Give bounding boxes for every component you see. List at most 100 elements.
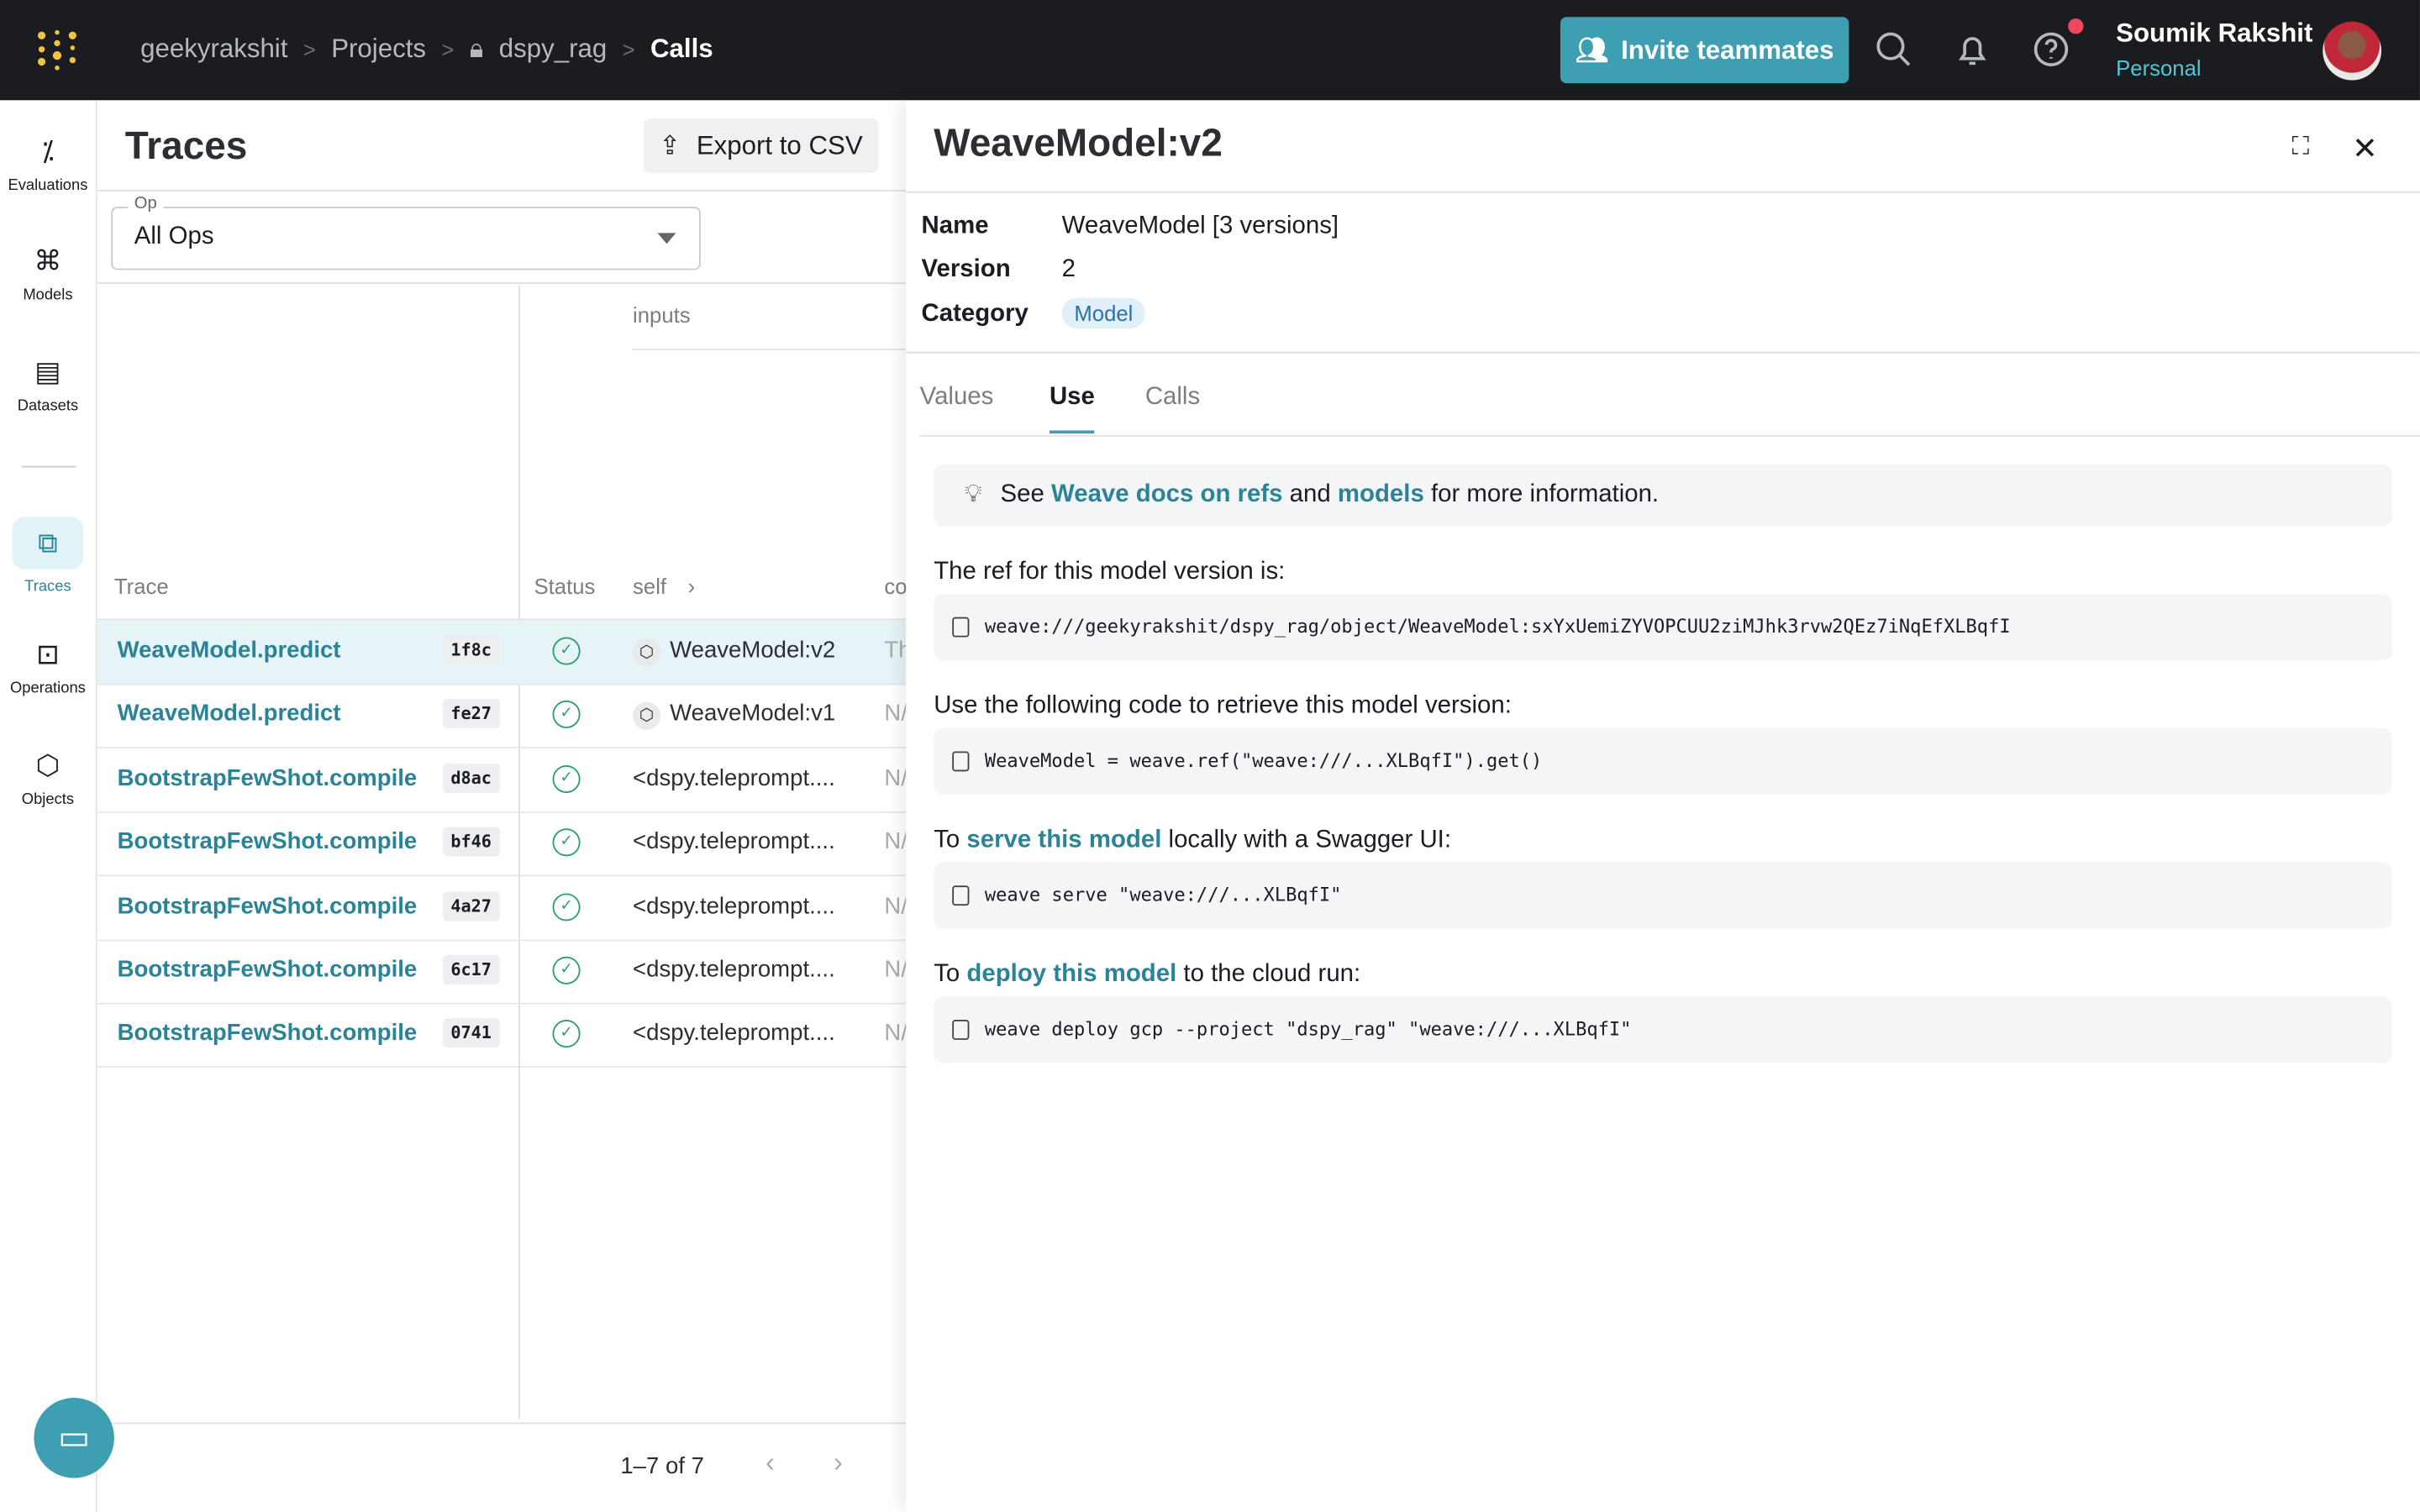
- evaluations-icon: ⁒: [41, 135, 55, 167]
- deploy-code-block: weave deploy gcp --project "dspy_rag" "w…: [934, 996, 2392, 1063]
- info-text: See: [1000, 481, 1044, 508]
- co-value: N/: [884, 892, 908, 919]
- op-select[interactable]: Op All Ops: [111, 194, 701, 270]
- sidebar-label: Objects: [21, 791, 75, 809]
- models-docs-link[interactable]: models: [1338, 481, 1424, 507]
- close-icon[interactable]: ✕: [2352, 129, 2378, 168]
- serve-code-block: weave serve "weave:///...XLBqfI": [934, 862, 2392, 929]
- search-icon[interactable]: [1876, 31, 1912, 68]
- table-row[interactable]: BootstrapFewShot.compile bf46 ✓ <dspy.te…: [97, 811, 908, 877]
- copy-icon[interactable]: [952, 885, 970, 906]
- chevron-right-icon[interactable]: ›: [688, 574, 696, 598]
- weave-docs-refs-link[interactable]: Weave docs on refs: [1051, 481, 1282, 507]
- trace-id-badge: d8ac: [443, 763, 500, 793]
- self-text: WeaveModel:v1: [670, 701, 836, 727]
- bell-icon[interactable]: [1954, 31, 1991, 68]
- chevron-right-icon: >: [622, 37, 635, 62]
- table-row[interactable]: WeaveModel.predict fe27 ✓ ⬡ WeaveModel:v1…: [97, 684, 908, 749]
- status-success-icon: ✓: [552, 701, 581, 729]
- breadcrumb-project[interactable]: dspy_rag: [499, 34, 607, 65]
- co-value: N/: [884, 764, 908, 791]
- table-row[interactable]: BootstrapFewShot.compile 0741 ✓ <dspy.te…: [97, 1004, 908, 1068]
- breadcrumb-entity[interactable]: geekyrakshit: [140, 34, 287, 65]
- serve-text: To: [934, 827, 960, 853]
- trace-name-link[interactable]: WeaveModel.predict: [118, 638, 341, 664]
- self-value: <dspy.teleprompt....: [633, 829, 835, 855]
- copy-icon[interactable]: [952, 751, 970, 772]
- sidebar-item-objects[interactable]: ⬡ Objects: [0, 748, 96, 809]
- copy-icon[interactable]: [952, 1020, 970, 1040]
- self-value: <dspy.teleprompt....: [633, 1021, 835, 1047]
- sidebar-item-operations[interactable]: ⊡ Operations: [0, 638, 96, 697]
- datasets-icon: ▤: [34, 356, 61, 388]
- sidebar-item-models[interactable]: ⌘ Models: [0, 244, 96, 304]
- user-account-type: Personal: [2116, 55, 2202, 81]
- trace-name-link[interactable]: BootstrapFewShot.compile: [118, 1021, 418, 1047]
- sidebar-item-datasets[interactable]: ▤ Datasets: [0, 354, 96, 415]
- trace-name-link[interactable]: BootstrapFewShot.compile: [118, 893, 418, 919]
- cube-icon: ⬡: [633, 638, 661, 667]
- column-header-co[interactable]: co: [884, 574, 907, 598]
- deploy-code: weave deploy gcp --project "dspy_rag" "w…: [984, 1018, 1632, 1040]
- invite-label: Invite teammates: [1621, 34, 1834, 65]
- divider: [97, 282, 907, 284]
- serve-model-link[interactable]: serve this model: [966, 827, 1161, 853]
- status-success-icon: ✓: [552, 828, 581, 857]
- sidebar-label: Datasets: [17, 397, 79, 416]
- divider: [906, 191, 2420, 193]
- trace-name-link[interactable]: BootstrapFewShot.compile: [118, 957, 418, 983]
- table-row[interactable]: WeaveModel.predict 1f8c ✓ ⬡ WeaveModel:v2…: [97, 620, 912, 685]
- serve-heading: To serve this model locally with a Swagg…: [934, 827, 1451, 854]
- status-success-icon: ✓: [552, 764, 581, 793]
- deploy-model-link[interactable]: deploy this model: [966, 961, 1176, 987]
- avatar[interactable]: [2323, 21, 2382, 81]
- self-value[interactable]: ⬡ WeaveModel:v1: [633, 701, 835, 731]
- fullscreen-icon[interactable]: ⛶: [2291, 134, 2309, 162]
- op-label: Op: [128, 194, 164, 213]
- prev-page-button[interactable]: ‹: [765, 1447, 775, 1480]
- sidebar-item-traces[interactable]: ⧉ Traces: [0, 517, 96, 596]
- name-label: Name: [921, 213, 989, 239]
- retrieve-code-block: WeaveModel = weave.ref("weave:///...XLBq…: [934, 727, 2392, 795]
- help-icon[interactable]: [2033, 31, 2070, 68]
- top-bar: geekyrakshit > Projects > 🔒︎ dspy_rag > Call…: [0, 0, 2420, 101]
- column-header-trace[interactable]: Trace: [114, 574, 169, 598]
- sidebar-item-evaluations[interactable]: ⁒ Evaluations: [0, 134, 96, 195]
- traces-icon: ⧉: [12, 517, 84, 570]
- tab-use[interactable]: Use: [1049, 384, 1095, 434]
- table-row[interactable]: BootstrapFewShot.compile 6c17 ✓ <dspy.te…: [97, 940, 908, 1005]
- table-row[interactable]: BootstrapFewShot.compile 4a27 ✓ <dspy.te…: [97, 875, 908, 941]
- wandb-logo[interactable]: [34, 26, 80, 72]
- sidebar-label: Evaluations: [8, 177, 88, 195]
- cube-icon: ⬡: [633, 702, 661, 731]
- upload-icon: ⇪: [659, 130, 681, 160]
- trace-name-link[interactable]: WeaveModel.predict: [118, 701, 341, 727]
- detail-drawer: WeaveModel:v2 ⛶ ✕ Name WeaveModel [3 vers…: [906, 100, 2420, 1512]
- co-value: N/: [884, 1020, 908, 1047]
- divider: [906, 351, 2420, 354]
- tab-calls[interactable]: Calls: [1145, 384, 1200, 412]
- name-row: Name WeaveModel [3 versions]: [922, 213, 1339, 240]
- trace-id-badge: 0741: [443, 1018, 500, 1048]
- export-csv-button[interactable]: ⇪ Export to CSV: [643, 118, 879, 173]
- column-header-self[interactable]: self ›: [633, 574, 695, 598]
- trace-name-link[interactable]: BootstrapFewShot.compile: [118, 765, 418, 791]
- lightbulb-icon: 💡︎: [964, 481, 982, 508]
- chat-support-button[interactable]: ▭: [34, 1398, 114, 1478]
- tab-values[interactable]: Values: [920, 384, 994, 412]
- version-row: Version 2: [922, 256, 1076, 284]
- breadcrumb-projects[interactable]: Projects: [331, 34, 426, 65]
- co-value: N/: [884, 956, 908, 983]
- next-page-button[interactable]: ›: [834, 1447, 843, 1480]
- user-menu[interactable]: Soumik Rakshit Personal: [2116, 18, 2312, 80]
- trace-name-link[interactable]: BootstrapFewShot.compile: [118, 829, 418, 855]
- op-value: All Ops: [134, 223, 214, 250]
- self-value[interactable]: ⬡ WeaveModel:v2: [633, 638, 835, 667]
- chat-icon: ▭: [58, 1417, 91, 1457]
- name-value[interactable]: WeaveModel [3 versions]: [1062, 213, 1339, 239]
- invite-teammates-button[interactable]: 👥︎ Invite teammates: [1560, 17, 1849, 84]
- column-header-status[interactable]: Status: [534, 574, 595, 598]
- copy-icon[interactable]: [952, 617, 970, 638]
- table-row[interactable]: BootstrapFewShot.compile d8ac ✓ <dspy.te…: [97, 748, 908, 813]
- self-value: <dspy.teleprompt....: [633, 957, 835, 983]
